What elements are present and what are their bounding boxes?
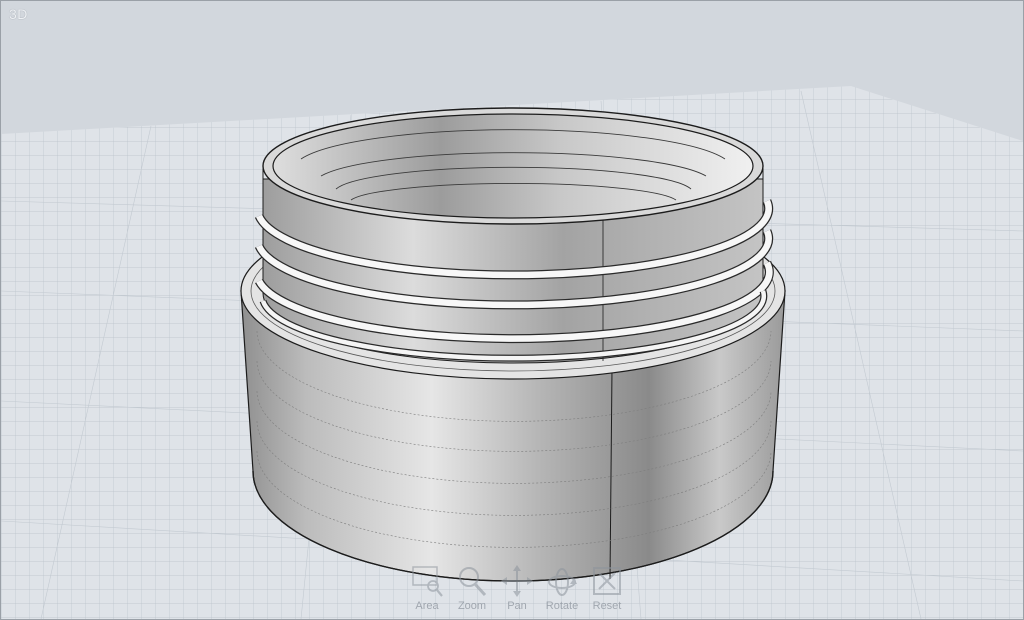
threaded-fitting-model[interactable] <box>240 107 786 582</box>
rotate-label: Rotate <box>545 600 579 612</box>
rotate-icon <box>548 568 577 596</box>
pan-label: Pan <box>507 600 527 612</box>
scene-canvas[interactable] <box>1 1 1023 619</box>
rotate-button[interactable]: Rotate <box>541 564 583 612</box>
zoom-button[interactable]: Zoom <box>451 564 493 612</box>
zoom-icon <box>459 567 487 597</box>
reset-view-label: Reset <box>592 600 622 612</box>
navigation-toolbar: Area Zoom Pan Rotate Reset <box>406 564 628 612</box>
pan-icon <box>501 565 533 597</box>
reset-view-button[interactable]: Reset <box>586 564 628 612</box>
area-zoom-button[interactable]: Area <box>406 564 448 612</box>
zoom-label: Zoom <box>457 600 487 612</box>
viewport-label: 3D <box>9 6 28 22</box>
3d-viewport[interactable]: 3D Area Zoom Pan Rotate Reset <box>0 0 1024 620</box>
pan-button[interactable]: Pan <box>496 564 538 612</box>
area-zoom-label: Area <box>415 600 439 612</box>
area-zoom-icon <box>412 566 443 597</box>
reset-view-icon <box>593 567 621 595</box>
